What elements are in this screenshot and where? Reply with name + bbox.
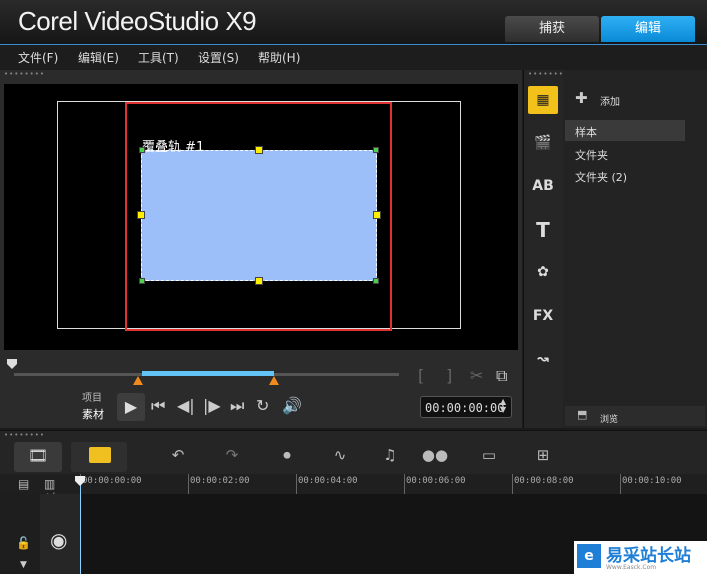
watermark-logo-icon: e (577, 544, 601, 568)
app-title: Corel VideoStudio X9 (18, 6, 257, 36)
ruler-tick (404, 474, 405, 494)
overlay-track-label: 覆叠轨 #1 (142, 140, 205, 155)
ruler-label: 00:00:08:00 (514, 476, 574, 486)
ruler-tick (512, 474, 513, 494)
panel-grip[interactable]: •••••••• (4, 70, 45, 78)
ruler-tick (620, 474, 621, 494)
resize-handle[interactable] (373, 211, 381, 219)
library-icon-bar (523, 70, 564, 428)
playhead[interactable] (80, 480, 81, 574)
record-capture-icon[interactable]: ⏺ (272, 446, 302, 464)
storyboard-view-icon: 🎞 (28, 446, 49, 465)
ruler-label: 00:00:04:00 (298, 476, 358, 486)
panel-grip[interactable]: •••••••• (4, 431, 45, 439)
folder-item[interactable]: 样本 (575, 124, 597, 140)
play-icon: ▶ (124, 397, 138, 416)
track-manager-icon[interactable]: ▤ (18, 477, 29, 491)
overlay-clip[interactable] (141, 150, 377, 281)
folder-item[interactable]: 文件夹 (2) (575, 169, 627, 185)
expand-arrow-icon[interactable]: ▼ (20, 560, 27, 570)
graphic-icon[interactable]: ✿ (528, 258, 558, 286)
folder-item[interactable]: 文件夹 (575, 147, 608, 163)
auto-music-icon[interactable]: ♫ (375, 446, 405, 464)
resize-handle[interactable] (255, 146, 263, 154)
goto-end-icon[interactable]: ⏭ (230, 396, 244, 416)
resize-handle[interactable] (137, 211, 145, 219)
menu-tools[interactable]: 工具(T) (138, 49, 179, 66)
mode-clip[interactable]: 素材 (82, 406, 104, 422)
undo-icon[interactable]: ↶ (163, 446, 193, 464)
repeat-icon[interactable]: ↻ (256, 396, 269, 415)
add-folder-label[interactable]: 添加 (600, 93, 620, 108)
ruler-label: 00:00:06:00 (406, 476, 466, 486)
redo-icon[interactable]: ↷ (217, 446, 247, 464)
watermark-text: 易采站长站 (606, 546, 691, 566)
timecode-stepper[interactable]: ▲ ▼ (500, 398, 506, 414)
volume-icon[interactable]: 🔊 (282, 396, 302, 415)
play-button[interactable]: ▶ (117, 393, 145, 421)
media-icon[interactable]: ▦ (528, 86, 558, 114)
mark-in-icon[interactable]: [ (418, 366, 424, 385)
ruler-label: 00:00:10:00 (622, 476, 682, 486)
timeline-view-button[interactable] (71, 442, 127, 472)
menu-file[interactable]: 文件(F) (18, 49, 58, 66)
enlarge-icon[interactable]: ⧉ (496, 366, 507, 386)
motion-tracking-icon[interactable]: ●● (420, 446, 450, 464)
browse-label[interactable]: 浏览 (600, 412, 618, 425)
add-icon[interactable]: ✚ (575, 89, 588, 107)
resize-handle[interactable] (373, 278, 379, 284)
transition-icon[interactable]: AB (528, 172, 558, 200)
browse-icon[interactable]: ⬒ (577, 408, 587, 421)
lock-track-icon[interactable]: 🔓 (16, 536, 31, 550)
title-icon[interactable]: T (528, 216, 558, 244)
ruler-label: 00:00:00:00 (82, 476, 142, 486)
trim-start-marker[interactable] (133, 376, 143, 385)
trim-range (142, 371, 274, 376)
resize-handle[interactable] (255, 277, 263, 285)
watermark-subtext: Www.Easck.Com (606, 564, 657, 571)
chapter-icon[interactable]: ▥ (44, 477, 55, 491)
goto-start-icon[interactable]: ⏮ (151, 396, 165, 416)
video-track-icon[interactable]: ◉ (50, 528, 67, 552)
menu-help[interactable]: 帮助(H) (258, 49, 300, 66)
ruler-label: 00:00:02:00 (190, 476, 250, 486)
prev-frame-icon[interactable]: ◀| (177, 396, 195, 415)
ruler-tick (296, 474, 297, 494)
resize-handle[interactable] (139, 147, 145, 153)
menu-edit[interactable]: 编辑(E) (78, 49, 119, 66)
subtitle-editor-icon[interactable]: ▭ (474, 446, 504, 464)
timeline-view-icon (89, 447, 111, 463)
storyboard-view-button[interactable]: 🎞 (14, 442, 62, 472)
multi-camera-icon[interactable]: ⊞ (528, 446, 558, 464)
split-icon[interactable]: ✂ (470, 366, 483, 385)
filter-icon[interactable]: FX (528, 302, 558, 330)
instant-project-icon[interactable]: 🎬 (528, 129, 558, 157)
resize-handle[interactable] (373, 147, 379, 153)
tab-capture[interactable]: 捕获 (505, 16, 599, 42)
trim-end-marker[interactable] (269, 376, 279, 385)
mode-project[interactable]: 项目 (82, 389, 102, 404)
tab-edit[interactable]: 编辑 (601, 16, 695, 42)
ruler-tick (188, 474, 189, 494)
sound-mixer-icon[interactable]: ∿ (325, 446, 355, 464)
path-icon[interactable]: ↝ (528, 345, 558, 373)
mark-out-icon[interactable]: ] (446, 366, 452, 385)
next-frame-icon[interactable]: |▶ (203, 396, 221, 415)
menu-settings[interactable]: 设置(S) (198, 49, 239, 66)
timecode-field[interactable]: 00:00:00:00 (420, 396, 512, 418)
resize-handle[interactable] (139, 278, 145, 284)
